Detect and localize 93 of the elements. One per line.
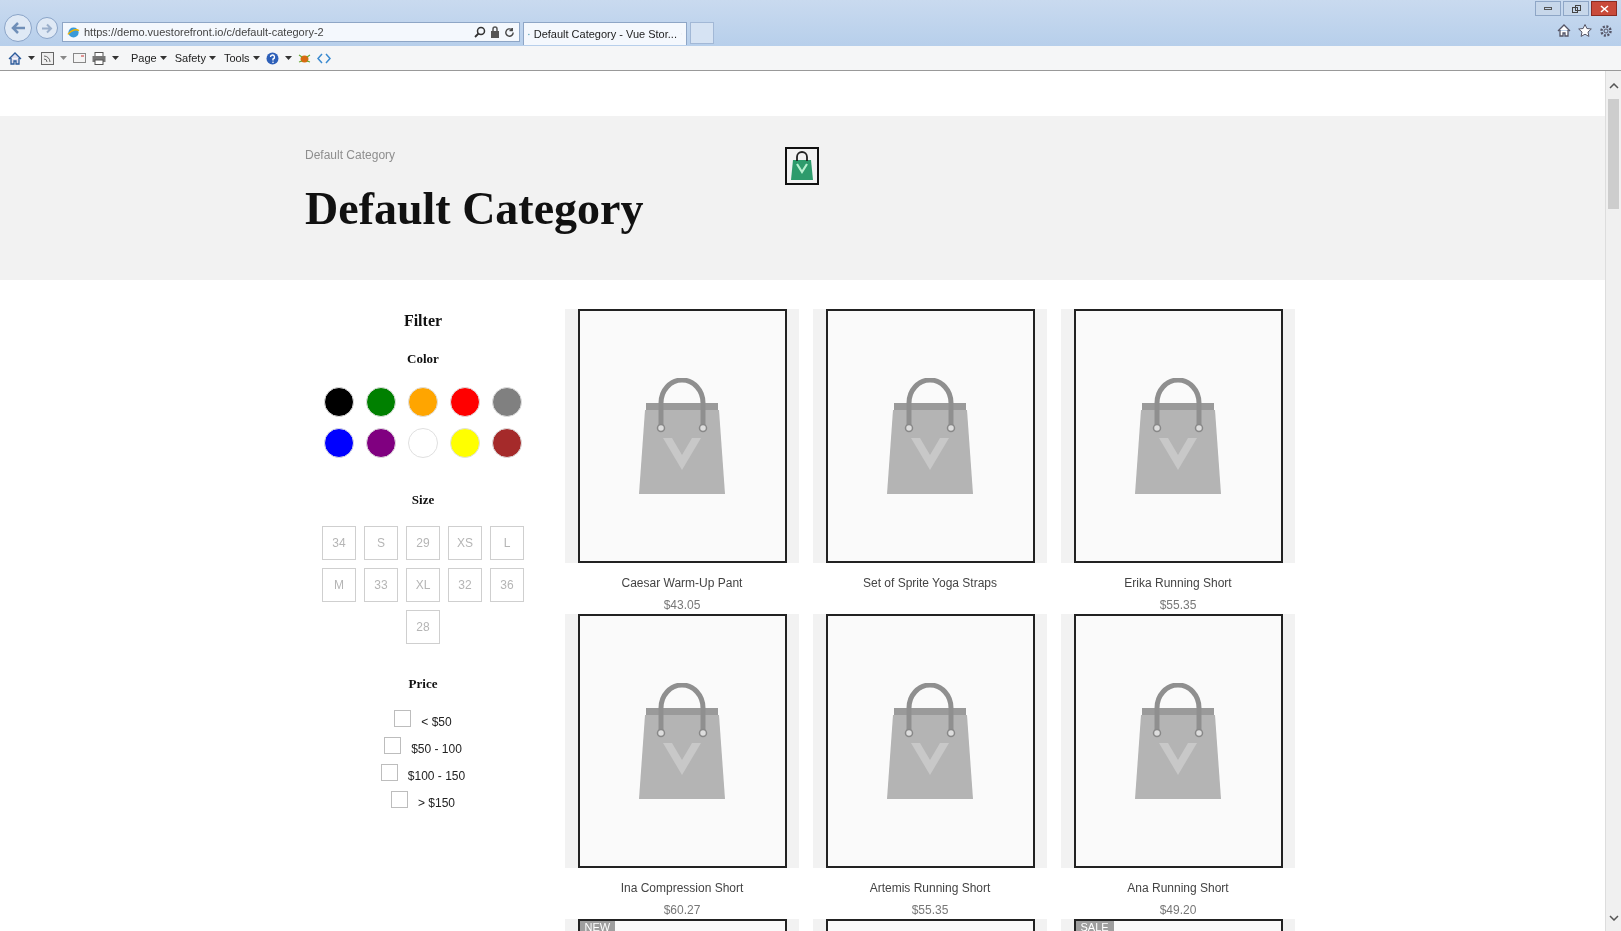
color-swatch[interactable] [492, 386, 522, 417]
help-icon[interactable] [265, 51, 279, 65]
close-button[interactable] [1591, 1, 1617, 16]
page-title: Default Category [305, 186, 644, 232]
star-icon[interactable] [1578, 24, 1592, 37]
product-name[interactable]: Erika Running Short [1124, 574, 1232, 592]
scroll-down-icon[interactable] [1609, 915, 1619, 921]
size-option[interactable]: XL [406, 568, 440, 602]
checkbox[interactable] [390, 790, 408, 808]
product-image[interactable] [577, 309, 787, 563]
size-option[interactable]: M [322, 568, 356, 602]
product-badge: NEW [579, 921, 616, 931]
caret-icon [159, 56, 167, 60]
color-swatch[interactable] [324, 386, 354, 417]
menu-button[interactable]: Tools [223, 49, 260, 67]
home-icon[interactable] [1557, 24, 1571, 37]
price-label: > $150 [417, 794, 455, 812]
product-image[interactable]: SALE [1073, 919, 1283, 931]
caret-icon [252, 56, 260, 60]
menu-button[interactable]: Safety [174, 49, 216, 67]
color-swatch[interactable] [408, 427, 438, 458]
filter-heading: Filter [403, 311, 443, 331]
feed-icon[interactable] [41, 51, 54, 65]
product-price: $60.27 [663, 902, 701, 915]
size-heading: Size [411, 490, 435, 509]
color-swatch[interactable] [408, 386, 438, 417]
color-swatch[interactable] [450, 386, 480, 417]
size-option[interactable]: 34 [322, 526, 356, 560]
color-swatch[interactable] [450, 427, 480, 458]
product-image[interactable] [825, 614, 1035, 868]
product-badge: SALE [1075, 921, 1114, 931]
product-price: $49.20 [1159, 902, 1197, 915]
browser-tab[interactable]: Default Category - Vue Stor... [523, 22, 687, 45]
printer-icon[interactable] [92, 51, 106, 65]
restore-button[interactable] [1563, 1, 1589, 16]
refresh-icon[interactable] [504, 26, 515, 38]
color-swatch[interactable] [324, 427, 354, 458]
product-name[interactable]: Set of Sprite Yoga Straps [862, 574, 998, 592]
size-option[interactable]: 33 [364, 568, 398, 602]
settings-icon[interactable] [1599, 24, 1613, 38]
scrollbar-thumb[interactable] [1608, 99, 1619, 209]
price-heading: Price [408, 675, 438, 693]
checkbox[interactable] [394, 709, 412, 727]
product-image[interactable] [1073, 614, 1283, 868]
color-heading: Color [407, 350, 439, 368]
product-image[interactable] [1073, 309, 1283, 563]
caret-icon [208, 56, 216, 60]
product-name[interactable]: Artemis Running Short [869, 879, 991, 897]
size-option[interactable]: XS [448, 526, 482, 560]
color-swatch[interactable] [366, 386, 396, 417]
size-option[interactable]: 36 [490, 568, 524, 602]
product-name[interactable]: Caesar Warm-Up Pant [621, 574, 743, 592]
bug-icon[interactable] [297, 52, 311, 64]
size-option[interactable]: 28 [406, 610, 440, 644]
back-arrow-icon [10, 21, 26, 35]
color-swatch[interactable] [366, 427, 396, 458]
size-option[interactable]: L [490, 526, 524, 560]
restore-icon [1571, 4, 1581, 13]
scroll-up-icon[interactable] [1609, 83, 1619, 89]
product-price: $55.35 [911, 902, 949, 915]
search-icon[interactable] [474, 26, 486, 38]
home-icon[interactable] [8, 51, 22, 65]
menu-button[interactable]: Page [131, 49, 167, 67]
price-label: $100 - 150 [407, 767, 466, 785]
price-label: $50 - 100 [411, 740, 462, 758]
forward-arrow-icon [41, 22, 53, 34]
breadcrumb-link[interactable]: Default Category [305, 146, 396, 164]
checkbox[interactable] [380, 763, 398, 781]
compatibility-icon[interactable] [316, 52, 331, 64]
product-image[interactable] [825, 309, 1035, 563]
product-price: $55.35 [1159, 597, 1197, 610]
mail-icon[interactable] [73, 53, 86, 63]
shopping-bag-logo[interactable] [785, 147, 819, 185]
size-option[interactable]: 29 [406, 526, 440, 560]
back-button[interactable] [4, 14, 32, 42]
size-option[interactable]: 32 [448, 568, 482, 602]
product-name[interactable]: Ina Compression Short [620, 879, 744, 897]
caret-icon[interactable] [112, 56, 119, 60]
lock-icon [490, 26, 500, 38]
color-swatch[interactable] [492, 427, 522, 458]
url-text: https://demo.vuestorefront.io/c/default-category-2 [84, 24, 325, 40]
caret-icon[interactable] [28, 56, 35, 60]
product-image[interactable] [577, 614, 787, 868]
caret-icon[interactable] [284, 56, 292, 60]
size-option[interactable]: S [364, 526, 398, 560]
checkbox[interactable] [384, 736, 402, 754]
product-price: $43.05 [663, 597, 701, 610]
tab-title: Default Category - Vue Stor... [533, 26, 677, 42]
product-image[interactable]: NEW [577, 919, 787, 931]
product-name[interactable]: Ana Running Short [1127, 879, 1229, 897]
address-bar[interactable]: https://demo.vuestorefront.io/c/default-category-2 [62, 22, 520, 42]
minimize-button[interactable] [1535, 1, 1561, 16]
price-label: < $50 [421, 713, 452, 731]
